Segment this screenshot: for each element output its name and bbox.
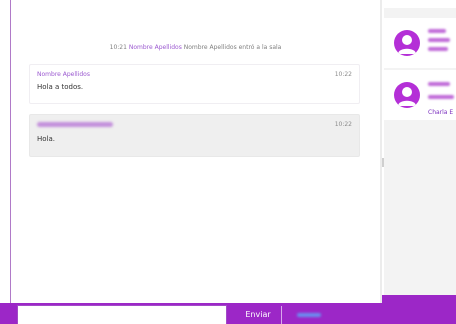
system-message-text: Nombre Apellidos entró a la sala — [183, 44, 282, 51]
panel-splitter[interactable] — [380, 0, 382, 303]
redacted-text — [428, 82, 450, 86]
secondary-action-redacted[interactable] — [297, 313, 321, 317]
message-time: 10:22 — [334, 71, 352, 78]
system-message-time: 10:21 — [109, 44, 127, 51]
user-avatar-icon — [394, 30, 420, 56]
message-time: 10:22 — [334, 121, 352, 128]
message-input[interactable] — [17, 305, 227, 324]
message-author-redacted — [37, 122, 113, 127]
participants-sidebar: Charla E — [384, 8, 456, 303]
user-avatar-icon — [394, 82, 420, 108]
redacted-text — [428, 95, 454, 99]
chat-message: Nombre Apellidos 10:22 Hola a todos. — [29, 64, 360, 104]
message-text: Hola a todos. — [37, 83, 84, 91]
composer-divider — [281, 306, 282, 324]
redacted-text — [428, 29, 446, 33]
redacted-text — [428, 38, 450, 42]
message-author[interactable]: Nombre Apellidos — [37, 71, 90, 79]
participant-item[interactable]: Charla E — [384, 70, 456, 120]
system-message-name: Nombre Apellidos — [128, 44, 182, 51]
participant-item[interactable] — [384, 18, 456, 68]
redacted-text — [428, 47, 448, 51]
message-text: Hola. — [37, 135, 56, 143]
participant-extra-text: Charla E — [428, 109, 454, 116]
chat-window: 10:21 Nombre Apellidos Nombre Apellidos … — [0, 0, 456, 324]
chat-message-own: 10:22 Hola. — [29, 114, 360, 157]
chat-messages-area[interactable]: 10:21 Nombre Apellidos Nombre Apellidos … — [11, 0, 380, 303]
system-message: 10:21 Nombre Apellidos Nombre Apellidos … — [11, 44, 380, 52]
send-button[interactable]: Enviar — [236, 306, 280, 324]
sidebar-footer-bar — [382, 295, 456, 303]
